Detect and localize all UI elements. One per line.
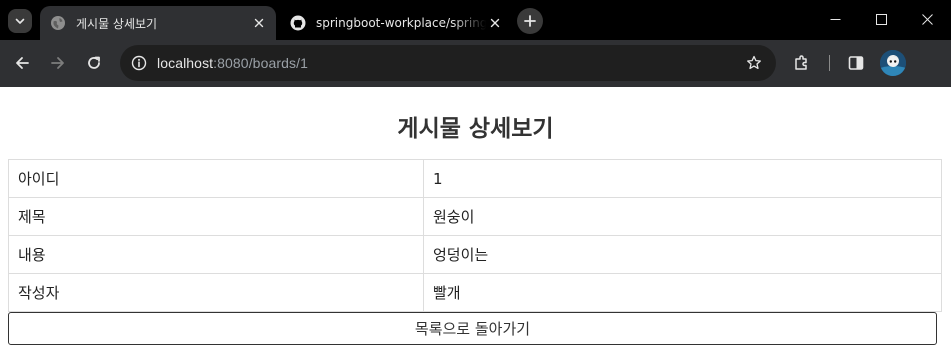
row-value: 1 <box>423 159 942 198</box>
tab-board-detail[interactable]: 게시물 상세보기 <box>40 6 276 40</box>
url-host: localhost <box>157 55 214 71</box>
url-path: :8080/boards/1 <box>213 55 308 71</box>
back-to-list-button[interactable]: 목록으로 돌아가기 <box>8 312 937 345</box>
extensions-icon[interactable] <box>789 50 815 76</box>
tab-search-button[interactable] <box>8 9 32 33</box>
chevron-down-icon <box>15 18 25 24</box>
address-bar[interactable]: localhost:8080/boards/1 <box>120 45 776 81</box>
row-value: 원숭이 <box>423 197 942 236</box>
table-row: 내용 엉덩이는 <box>8 235 942 274</box>
row-value: 빨개 <box>423 273 942 312</box>
page-content: 게시물 상세보기 아이디 1 제목 원숭이 내용 엉덩이는 작성자 빨개 목록으… <box>0 87 951 358</box>
close-icon <box>921 13 933 25</box>
detail-table: 아이디 1 제목 원숭이 내용 엉덩이는 작성자 빨개 <box>8 159 942 312</box>
table-row: 아이디 1 <box>8 159 942 198</box>
reload-button[interactable] <box>80 49 108 77</box>
row-value: 엉덩이는 <box>423 235 942 274</box>
new-tab-button[interactable] <box>517 8 543 34</box>
reload-icon <box>88 56 100 69</box>
tab-title: 게시물 상세보기 <box>76 16 158 31</box>
bookmark-star-icon[interactable] <box>742 51 766 75</box>
profile-avatar[interactable] <box>880 50 906 76</box>
close-icon[interactable] <box>250 14 268 32</box>
close-window-button[interactable] <box>904 0 950 38</box>
globe-icon <box>50 15 66 31</box>
maximize-icon <box>875 13 887 25</box>
back-button[interactable] <box>8 49 36 77</box>
minimize-button[interactable] <box>812 0 858 38</box>
side-panel-icon[interactable] <box>843 50 869 76</box>
browser-toolbar: localhost:8080/boards/1 <box>0 40 951 87</box>
page-title: 게시물 상세보기 <box>397 116 554 142</box>
maximize-button[interactable] <box>858 0 904 38</box>
row-label: 작성자 <box>8 273 424 312</box>
tab-title: springboot-workplace/spring-b <box>316 16 486 30</box>
tab-strip: 게시물 상세보기 springboot-workplace/spring-b <box>0 0 951 40</box>
arrow-right-icon <box>51 57 64 69</box>
row-label: 제목 <box>8 197 424 236</box>
table-row: 제목 원숭이 <box>8 197 942 236</box>
minimize-icon <box>830 18 840 20</box>
row-label: 아이디 <box>8 159 424 198</box>
row-label: 내용 <box>8 235 424 274</box>
close-icon[interactable] <box>486 14 504 32</box>
arrow-left-icon <box>16 57 29 69</box>
url-text: localhost:8080/boards/1 <box>157 55 308 71</box>
forward-button[interactable] <box>44 49 72 77</box>
site-info-icon[interactable] <box>126 50 152 76</box>
plus-icon <box>524 15 536 27</box>
table-row: 작성자 빨개 <box>8 273 942 312</box>
tab-github[interactable]: springboot-workplace/spring-b <box>280 6 512 40</box>
github-icon <box>290 15 306 31</box>
toolbar-separator <box>829 55 830 71</box>
